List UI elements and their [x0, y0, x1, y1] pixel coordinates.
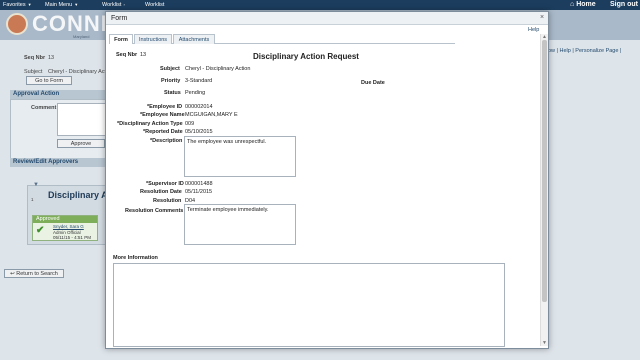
supervisor-id-value: 000001488	[185, 181, 213, 187]
chevron-down-icon: ▼	[27, 2, 32, 7]
comment-label: Comment	[31, 105, 57, 111]
scroll-down-icon[interactable]: ▼	[542, 340, 547, 346]
description-label: *Description	[150, 138, 183, 144]
seq-nbr-value: 13	[48, 55, 55, 61]
supervisor-id-label: *Supervisor ID	[146, 181, 184, 187]
logo-subtitle: Maryland	[73, 34, 90, 39]
resolution-label: Resolution	[153, 198, 182, 204]
resolution-date-value: 05/11/2015	[185, 189, 213, 195]
sign-out-link[interactable]: Sign out	[610, 1, 638, 8]
page-title: Disciplinary Action Request	[253, 52, 359, 61]
nav-main-menu-label: Main Menu	[45, 2, 73, 8]
home-icon: ⌂	[570, 1, 575, 8]
chevron-right-icon: ›	[123, 2, 125, 7]
form-modal: Form × Help Form Instructions Attachment…	[105, 11, 549, 349]
nav-favorites-label: Favorites	[3, 2, 26, 8]
employee-id-label: *Employee ID	[147, 104, 183, 110]
home-label: Home	[576, 1, 596, 8]
nav-worklist-2[interactable]: Worklist	[145, 2, 164, 8]
vertical-scrollbar[interactable]: ▲ ▼	[540, 34, 548, 346]
tab-bar: Form Instructions Attachments	[109, 34, 455, 44]
scrollbar-thumb[interactable]	[542, 40, 547, 302]
modal-title-bar: Form ×	[106, 12, 548, 25]
approver-card: Approved ✔ Snyder, Sara G Admin Official…	[32, 215, 98, 241]
help-link[interactable]: Help	[528, 27, 539, 33]
reported-date-label: *Reported Date	[143, 129, 183, 135]
nav-worklist-label: Worklist	[145, 2, 165, 8]
tab-instructions[interactable]: Instructions	[134, 34, 172, 44]
go-to-form-button[interactable]: Go to Form	[26, 76, 72, 85]
approve-button[interactable]: Approve	[57, 139, 105, 148]
review-approvers-header: Review/Edit Approvers	[10, 158, 110, 167]
priority-value: 3-Standard	[185, 78, 213, 84]
approver-time: 05/11/15 - 4:51 PM	[53, 235, 91, 240]
tab-attachments[interactable]: Attachments	[173, 34, 215, 44]
reported-date-value: 05/10/2015	[185, 129, 213, 135]
modal-title: Form	[111, 15, 128, 22]
return-to-search-label: Return to Search	[16, 271, 58, 277]
home-link[interactable]: ⌂ Home	[570, 1, 596, 8]
resolution-date-label: Resolution Date	[140, 189, 182, 195]
chevron-down-icon: ▼	[74, 2, 79, 7]
nav-worklist-label: Worklist	[102, 2, 122, 8]
page-links[interactable]: ow | Help | Personalize Page |	[548, 48, 621, 54]
return-to-search-button[interactable]: ↩ Return to Search	[4, 269, 64, 278]
resolution-comments-field[interactable]: Terminate employee immediately.	[184, 204, 296, 245]
approver-name[interactable]: Snyder, Sara G	[53, 224, 84, 229]
status-label: Status	[164, 90, 181, 96]
nav-favorites[interactable]: Favorites ▼	[3, 2, 32, 8]
due-date-label: Due Date	[361, 80, 385, 86]
nav-main-menu[interactable]: Main Menu ▼	[45, 2, 78, 8]
collapse-icon[interactable]: ▼	[33, 182, 39, 188]
close-icon[interactable]: ×	[540, 14, 544, 21]
logo-icon	[6, 13, 28, 35]
approver-step: 1	[31, 197, 34, 202]
subject-label: Subject	[24, 69, 43, 75]
priority-label: Priority	[161, 78, 181, 84]
top-nav-bar: Favorites ▼ Main Menu ▼ Worklist › Worklist…	[0, 0, 640, 10]
employee-name-value: MCGUIGAN,MARY E	[185, 112, 238, 118]
action-type-value: 009	[185, 121, 195, 127]
employee-id-value: 000002014	[185, 104, 213, 110]
return-icon: ↩	[10, 271, 15, 277]
seq-nbr-label: Seq Nbr	[116, 52, 138, 58]
nav-worklist-1[interactable]: Worklist ›	[102, 2, 125, 8]
resolution-comments-label: Resolution Comments	[125, 208, 184, 214]
status-value: Pending	[185, 90, 206, 96]
more-information-label: More Information	[113, 255, 158, 261]
approved-badge: Approved	[33, 216, 97, 223]
description-field[interactable]: The employee was unrespectful.	[184, 136, 296, 177]
seq-nbr-value: 13	[140, 52, 147, 58]
seq-nbr-label: Seq Nbr	[24, 55, 46, 61]
approval-action-header: Approval Action	[10, 90, 110, 99]
comment-field[interactable]	[57, 103, 110, 136]
subject-value: Cheryl - Disciplinary Actio	[48, 69, 111, 75]
more-information-field[interactable]	[113, 263, 505, 347]
action-type-label: *Disciplinary Action Type	[117, 121, 183, 127]
employee-name-label: *Employee Name	[140, 112, 185, 118]
check-icon: ✔	[36, 225, 45, 236]
subject-label: Subject	[160, 66, 180, 72]
tab-form[interactable]: Form	[109, 34, 133, 44]
subject-value: Cheryl - Disciplinary Action	[185, 66, 251, 72]
